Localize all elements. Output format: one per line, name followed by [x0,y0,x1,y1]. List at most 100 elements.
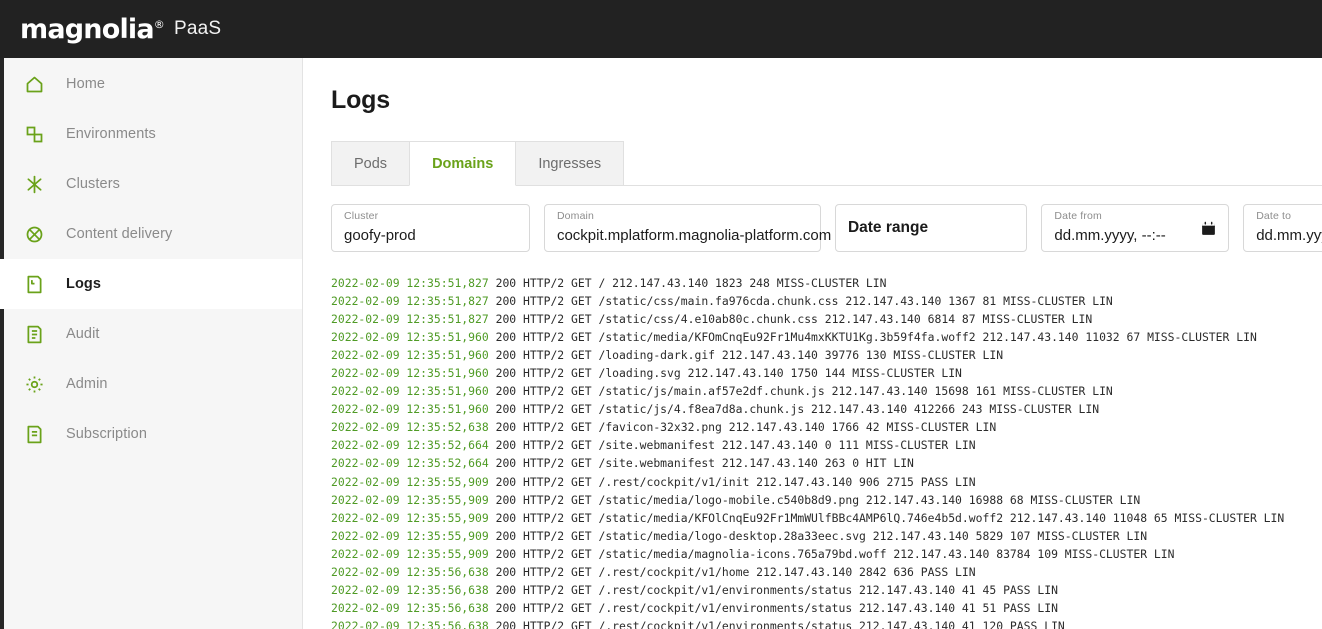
log-line: 2022-02-09 12:35:52,664 200 HTTP/2 GET /… [331,436,1322,454]
tab-pods[interactable]: Pods [331,141,411,185]
log-message: 200 HTTP/2 GET /static/media/KFOlCnqEu92… [488,510,1285,525]
main-content: Logs Pods Domains Ingresses Cluster goof… [304,58,1322,629]
log-line: 2022-02-09 12:35:51,827 200 HTTP/2 GET /… [331,274,1322,292]
log-line: 2022-02-09 12:35:51,960 200 HTTP/2 GET /… [331,346,1322,364]
log-timestamp: 2022-02-09 12:35:55,909 [331,492,489,507]
log-line: 2022-02-09 12:35:52,638 200 HTTP/2 GET /… [331,418,1322,436]
log-timestamp: 2022-02-09 12:35:55,909 [331,474,489,489]
log-message: 200 HTTP/2 GET /static/js/4.f8ea7d8a.chu… [488,402,1100,417]
log-message: 200 HTTP/2 GET /static/css/main.fa976cda… [488,294,1113,309]
admin-gear-icon [22,372,46,396]
date-to-label: Date to [1256,210,1292,222]
log-line: 2022-02-09 12:35:56,638 200 HTTP/2 GET /… [331,563,1322,581]
filter-bar: Cluster goofy-prod Domain cockpit.mplatf… [331,204,1322,252]
log-message: 200 HTTP/2 GET / 212.147.43.140 1823 248… [488,276,887,290]
log-line: 2022-02-09 12:35:55,909 200 HTTP/2 GET /… [331,527,1322,545]
sidebar-item-label: Logs [66,276,102,292]
log-message: 200 HTTP/2 GET /static/js/main.af57e2df.… [488,384,1113,399]
clusters-icon [22,172,46,196]
log-message: 200 HTTP/2 GET /.rest/cockpit/v1/home 21… [488,564,976,579]
brand-name: magnolia [20,13,155,45]
tab-domains[interactable]: Domains [409,141,517,186]
log-message: 200 HTTP/2 GET /loading-dark.gif 212.147… [488,348,1004,363]
log-timestamp: 2022-02-09 12:35:51,960 [331,384,489,399]
log-message: 200 HTTP/2 GET /static/media/logo-deskto… [488,528,1148,543]
log-message: 200 HTTP/2 GET /static/media/magnolia-ic… [488,546,1175,561]
log-message: 200 HTTP/2 GET /.rest/cockpit/v1/environ… [488,618,1065,629]
log-timestamp: 2022-02-09 12:35:52,664 [331,456,489,471]
sidebar-item-subscription[interactable]: Subscription [0,409,302,459]
magnolia-logo[interactable]: magnolia® [20,13,165,45]
log-timestamp: 2022-02-09 12:35:55,909 [331,510,489,525]
log-timestamp: 2022-02-09 12:35:55,909 [331,546,489,561]
log-output[interactable]: 2022-02-09 12:35:51,827 200 HTTP/2 GET /… [304,274,1322,629]
log-timestamp: 2022-02-09 12:35:51,960 [331,366,489,381]
cluster-value: goofy-prod [344,227,416,244]
date-range-label: Date range [847,219,929,237]
domain-field[interactable]: Domain cockpit.mplatform.magnolia-platfo… [543,204,831,252]
log-line: 2022-02-09 12:35:52,664 200 HTTP/2 GET /… [331,454,1322,472]
sidebar-item-label: Audit [66,326,100,342]
sidebar-item-label: Admin [66,376,108,392]
cluster-label: Cluster [344,210,379,222]
log-message: 200 HTTP/2 GET /loading.svg 212.147.43.1… [488,366,962,381]
log-line: 2022-02-09 12:35:51,960 200 HTTP/2 GET /… [331,364,1322,382]
tab-bar: Pods Domains Ingresses [331,141,1322,186]
top-bar: magnolia® PaaS [0,0,1322,58]
product-name: PaaS [173,18,222,39]
sidebar-item-audit[interactable]: Audit [0,309,302,359]
sidebar-item-label: Home [66,76,106,92]
date-from-value: dd.mm.yyyy, --:-- [1054,227,1166,244]
log-line: 2022-02-09 12:35:55,909 200 HTTP/2 GET /… [331,473,1322,491]
sidebar-item-label: Subscription [66,426,147,442]
log-message: 200 HTTP/2 GET /.rest/cockpit/v1/environ… [488,582,1058,597]
domain-label: Domain [556,210,595,222]
date-to-value: dd.mm.yyyy, --:-- [1256,227,1322,244]
sidebar-item-logs[interactable]: Logs [0,259,302,309]
log-message: 200 HTTP/2 GET /static/css/4.e10ab80c.ch… [488,312,1093,327]
home-icon [22,72,46,96]
log-timestamp: 2022-02-09 12:35:51,960 [331,330,489,345]
sidebar: Home Environments Clusters Content deliv… [0,58,303,629]
date-from-label: Date from [1054,210,1102,222]
log-timestamp: 2022-02-09 12:35:56,638 [331,582,489,597]
log-line: 2022-02-09 12:35:55,909 200 HTTP/2 GET /… [331,491,1322,509]
subscription-icon [22,422,46,446]
log-line: 2022-02-09 12:35:56,638 200 HTTP/2 GET /… [331,581,1322,599]
log-message: 200 HTTP/2 GET /.rest/cockpit/v1/init 21… [488,474,976,489]
content-delivery-icon [22,222,46,246]
calendar-icon[interactable] [1200,220,1217,242]
tab-ingresses[interactable]: Ingresses [515,141,625,185]
date-range-field[interactable]: Date range [834,204,1028,252]
sidebar-item-admin[interactable]: Admin [0,359,302,409]
date-from-field[interactable]: Date from dd.mm.yyyy, --:-- [1041,204,1230,252]
log-timestamp: 2022-02-09 12:35:51,960 [331,348,489,363]
date-to-field[interactable]: Date to dd.mm.yyyy, --:-- [1243,204,1322,252]
log-line: 2022-02-09 12:35:51,827 200 HTTP/2 GET /… [331,292,1322,310]
log-line: 2022-02-09 12:35:56,638 200 HTTP/2 GET /… [331,617,1322,629]
log-message: 200 HTTP/2 GET /.rest/cockpit/v1/environ… [488,600,1058,615]
cluster-field[interactable]: Cluster goofy-prod [331,204,530,252]
log-timestamp: 2022-02-09 12:35:56,638 [331,618,489,629]
sidebar-item-content-delivery[interactable]: Content delivery [0,209,302,259]
sidebar-item-clusters[interactable]: Clusters [0,159,302,209]
log-timestamp: 2022-02-09 12:35:51,827 [331,312,489,327]
log-timestamp: 2022-02-09 12:35:52,664 [331,438,489,453]
log-line: 2022-02-09 12:35:55,909 200 HTTP/2 GET /… [331,509,1322,527]
log-timestamp: 2022-02-09 12:35:55,909 [331,528,489,543]
log-line: 2022-02-09 12:35:51,827 200 HTTP/2 GET /… [331,310,1322,328]
sidebar-item-environments[interactable]: Environments [0,109,302,159]
registered-mark: ® [153,17,165,31]
log-line: 2022-02-09 12:35:55,909 200 HTTP/2 GET /… [331,545,1322,563]
log-message: 200 HTTP/2 GET /site.webmanifest 212.147… [488,456,914,471]
log-line: 2022-02-09 12:35:56,638 200 HTTP/2 GET /… [331,599,1322,617]
audit-icon [22,322,46,346]
sidebar-item-home[interactable]: Home [0,59,302,109]
log-timestamp: 2022-02-09 12:35:52,638 [331,420,489,435]
sidebar-item-label: Environments [66,126,156,142]
log-timestamp: 2022-02-09 12:35:51,827 [331,294,489,309]
log-line: 2022-02-09 12:35:51,960 200 HTTP/2 GET /… [331,400,1322,418]
log-message: 200 HTTP/2 GET /static/media/logo-mobile… [488,492,1141,507]
environments-icon [22,122,46,146]
page-title: Logs [331,86,390,114]
